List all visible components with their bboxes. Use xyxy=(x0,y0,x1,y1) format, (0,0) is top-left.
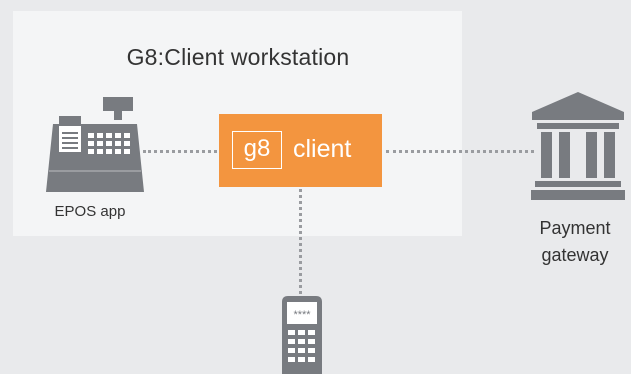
g8-logo: g8 xyxy=(232,131,282,169)
gateway-label: Payment gateway xyxy=(520,215,630,269)
card-terminal-icon: **** xyxy=(282,296,322,374)
workstation-title: G8:Client workstation xyxy=(126,44,350,70)
connector-client-terminal xyxy=(299,189,302,294)
cash-register-icon xyxy=(46,97,144,192)
gateway-label-line1: Payment xyxy=(539,218,611,238)
gateway-label-line2: gateway xyxy=(541,245,609,265)
bank-building-icon xyxy=(531,92,625,200)
g8-client-box: g8 client xyxy=(219,114,382,187)
epos-label: EPOS app xyxy=(54,203,126,220)
architecture-diagram: G8:Client workstation EPOS app g8 client xyxy=(0,0,631,374)
terminal-screen-text: **** xyxy=(293,309,311,321)
g8-logo-text: g8 xyxy=(243,135,271,162)
client-label: client xyxy=(293,135,352,163)
connector-epos-client xyxy=(143,150,217,153)
connector-client-gateway xyxy=(386,150,534,153)
